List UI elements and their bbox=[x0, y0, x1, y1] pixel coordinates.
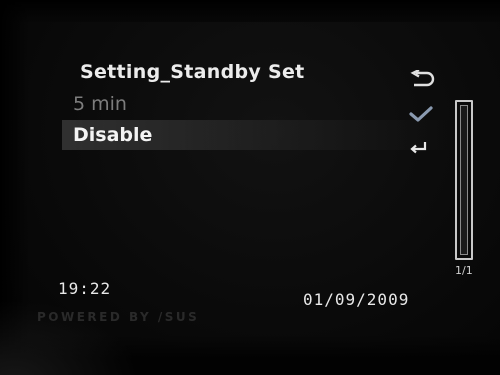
scrollbar-thumb[interactable] bbox=[460, 105, 468, 255]
clock-date: 01/09/2009 bbox=[303, 290, 410, 309]
menu-item-label: 5 min bbox=[73, 93, 127, 115]
page-indicator: 1/1 bbox=[455, 264, 473, 277]
device-screen: Setting_Standby Set 5 min Disable 1/1 19… bbox=[0, 0, 500, 375]
enter-icon bbox=[410, 142, 427, 154]
menu-item-disable[interactable]: Disable bbox=[62, 120, 452, 150]
clock-time: 19:22 bbox=[58, 279, 112, 298]
menu-item-label: Disable bbox=[73, 124, 153, 146]
checkmark-icon bbox=[409, 106, 433, 122]
bezel-top bbox=[0, 0, 500, 22]
menu-title: Setting_Standby Set bbox=[80, 61, 305, 83]
menu-item-5-min[interactable]: 5 min bbox=[62, 89, 452, 119]
back-arrow-icon[interactable] bbox=[410, 70, 436, 88]
scrollbar[interactable] bbox=[455, 100, 473, 260]
brand-logo-text: POWERED BY /SUS bbox=[37, 310, 200, 324]
